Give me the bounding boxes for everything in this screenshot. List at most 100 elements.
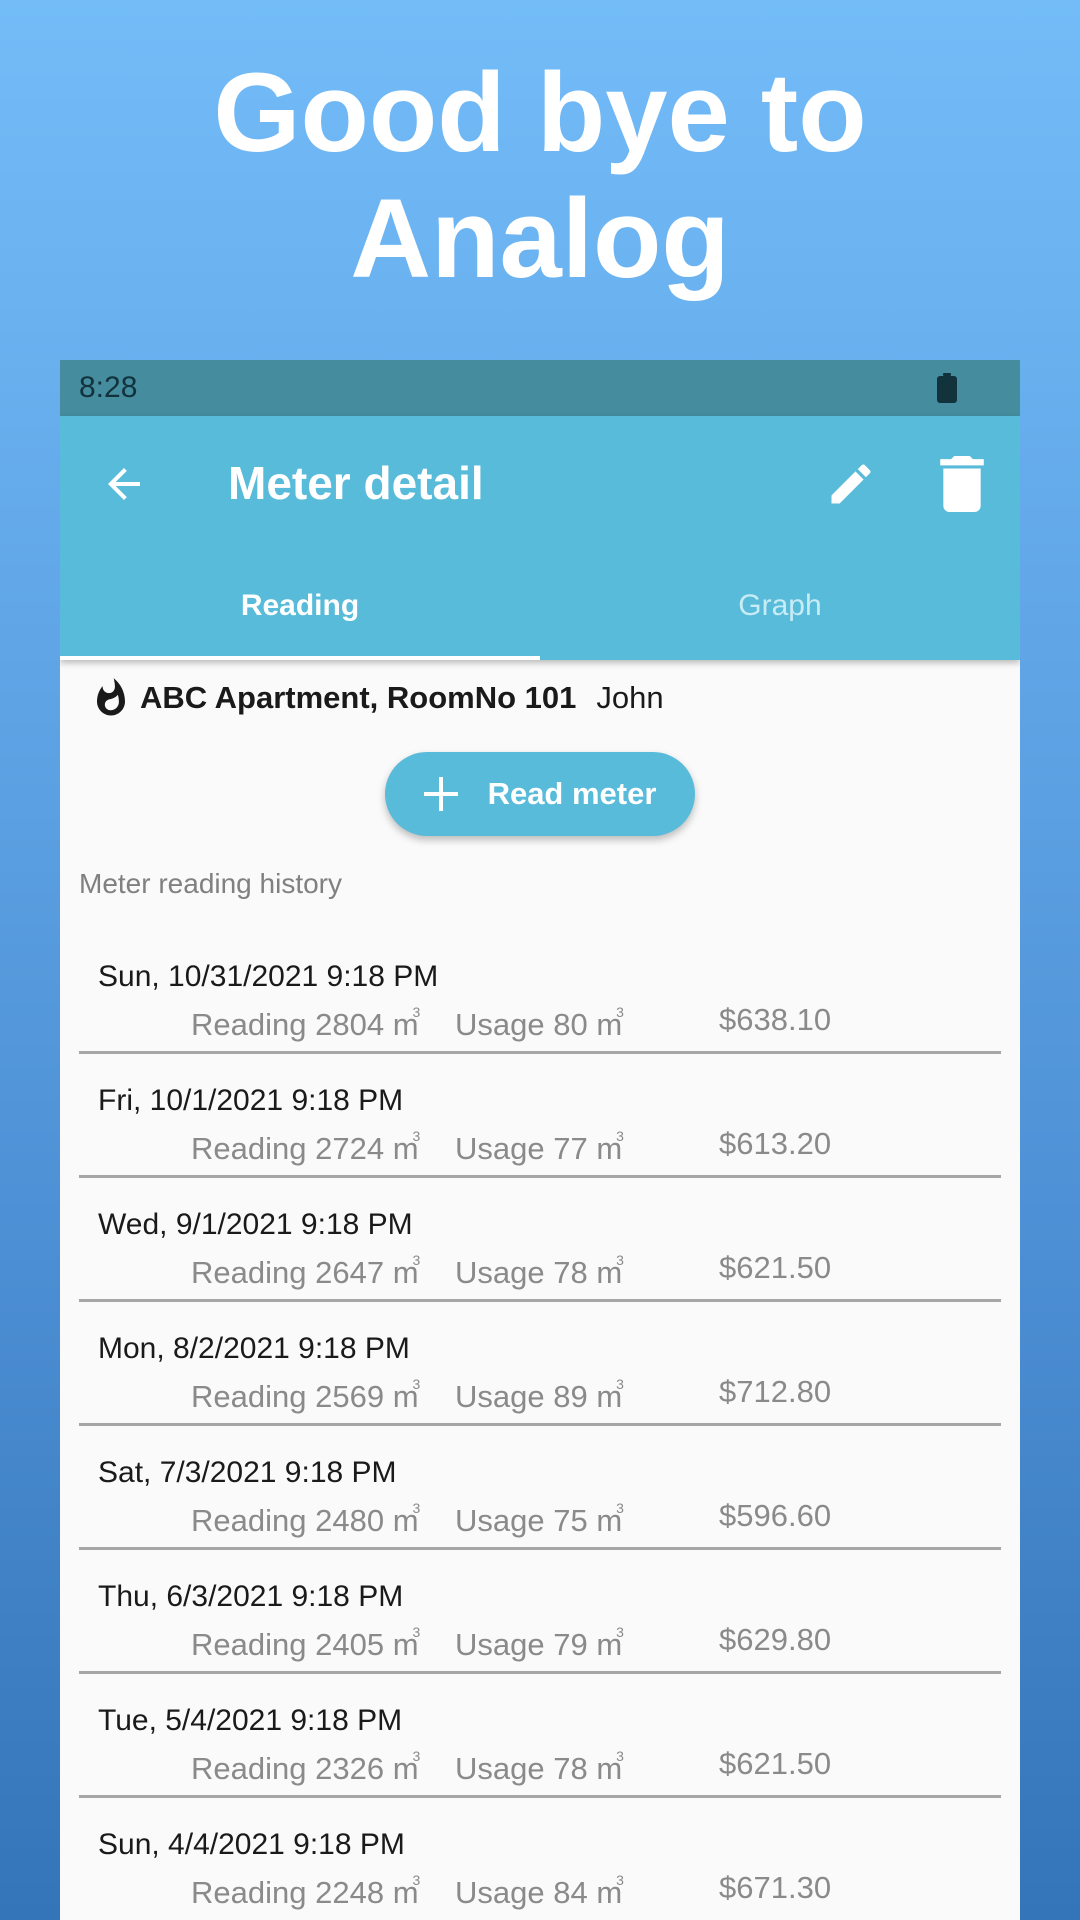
history-row[interactable]: Mon, 8/2/2021 9:18 PM Reading 2569 m3 Us… (79, 1302, 1001, 1426)
row-usage: Usage 80 m3 (455, 1004, 624, 1043)
usage-unit-sup: 3 (616, 1500, 624, 1516)
meter-name: ABC Apartment, RoomNo 101 (140, 680, 577, 715)
reading-unit-sup: 3 (412, 1128, 421, 1144)
back-button[interactable] (100, 460, 148, 508)
history-title: Meter reading history (79, 868, 343, 899)
delete-button[interactable] (940, 456, 984, 512)
history-row[interactable]: Sat, 7/3/2021 9:18 PM Reading 2480 m3 Us… (79, 1426, 1001, 1550)
usage-prefix: Usage (455, 1875, 545, 1910)
arrow-left-icon (108, 468, 140, 500)
reading-unit-sup: 3 (412, 1252, 421, 1268)
usage-prefix: Usage (455, 1255, 545, 1290)
history-list: Sun, 10/31/2021 9:18 PM Reading 2804 m3 … (79, 930, 1001, 1920)
row-date: Thu, 6/3/2021 9:18 PM (98, 1580, 404, 1613)
reading-prefix: Reading (191, 1875, 307, 1910)
reading-unit-sup: 3 (412, 1872, 421, 1888)
row-cost: $629.80 (719, 1622, 832, 1657)
usage-unit-sup: 3 (616, 1748, 624, 1764)
app-bar: Meter detail Reading Graph (60, 416, 1020, 660)
usage-value: 84 (553, 1875, 588, 1910)
usage-unit-sup: 3 (616, 1624, 624, 1640)
row-reading: Reading 2248 m3 (191, 1872, 420, 1911)
active-tab-indicator (60, 656, 540, 660)
reading-prefix: Reading (191, 1255, 307, 1290)
trash-icon (940, 456, 984, 512)
row-cost: $671.30 (719, 1870, 832, 1905)
usage-value: 80 (553, 1007, 588, 1042)
promo-headline-line1: Good bye to (213, 50, 867, 175)
tab-reading[interactable]: Reading (60, 552, 540, 660)
row-reading: Reading 2647 m3 (191, 1252, 420, 1291)
battery-full-icon (937, 373, 957, 403)
usage-value: 77 (553, 1131, 588, 1166)
reading-prefix: Reading (191, 1751, 307, 1786)
row-usage: Usage 77 m3 (455, 1128, 624, 1167)
usage-unit-sup: 3 (616, 1128, 624, 1144)
row-usage: Usage 78 m3 (455, 1252, 624, 1291)
reading-prefix: Reading (191, 1503, 307, 1538)
row-date: Sun, 4/4/2021 9:18 PM (98, 1828, 405, 1861)
reading-unit-sup: 3 (412, 1500, 421, 1516)
page-title: Meter detail (228, 457, 484, 509)
reading-unit-sup: 3 (412, 1624, 421, 1640)
row-reading: Reading 2804 m3 (191, 1004, 420, 1043)
status-bar: 8:28 (60, 360, 1020, 416)
reading-value: 2647 (315, 1255, 385, 1290)
row-cost: $621.50 (719, 1250, 832, 1285)
edit-button[interactable] (825, 458, 877, 510)
usage-value: 79 (553, 1627, 588, 1662)
pencil-icon (831, 464, 871, 504)
reading-value: 2405 (315, 1627, 385, 1662)
row-date: Sat, 7/3/2021 9:18 PM (98, 1456, 397, 1489)
tab-graph[interactable]: Graph (540, 552, 1020, 660)
read-meter-label: Read meter (487, 776, 657, 811)
meter-info: ABC Apartment, RoomNo 101 John (90, 670, 664, 726)
reading-unit-sup: 3 (412, 1004, 421, 1020)
usage-prefix: Usage (455, 1503, 545, 1538)
row-reading: Reading 2326 m3 (191, 1748, 420, 1787)
row-date: Wed, 9/1/2021 9:18 PM (98, 1208, 413, 1241)
row-cost: $596.60 (719, 1498, 832, 1533)
row-usage: Usage 78 m3 (455, 1748, 624, 1787)
reading-prefix: Reading (191, 1131, 307, 1166)
row-reading: Reading 2724 m3 (191, 1128, 420, 1167)
history-row[interactable]: Wed, 9/1/2021 9:18 PM Reading 2647 m3 Us… (79, 1178, 1001, 1302)
reading-prefix: Reading (191, 1379, 307, 1414)
usage-value: 75 (553, 1503, 588, 1538)
reading-value: 2724 (315, 1131, 385, 1166)
usage-unit-sup: 3 (616, 1252, 624, 1268)
reading-value: 2248 (315, 1875, 385, 1910)
history-row[interactable]: Fri, 10/1/2021 9:18 PM Reading 2724 m3 U… (79, 1054, 1001, 1178)
usage-prefix: Usage (455, 1007, 545, 1042)
history-row[interactable]: Thu, 6/3/2021 9:18 PM Reading 2405 m3 Us… (79, 1550, 1001, 1674)
tab-graph-label: Graph (738, 589, 822, 622)
row-date: Mon, 8/2/2021 9:18 PM (98, 1332, 410, 1365)
reading-value: 2480 (315, 1503, 385, 1538)
tab-bar: Reading Graph (60, 552, 1020, 660)
row-date: Sun, 10/31/2021 9:18 PM (98, 960, 439, 993)
usage-unit-sup: 3 (616, 1872, 624, 1888)
usage-unit-sup: 3 (616, 1376, 624, 1392)
reading-prefix: Reading (191, 1007, 307, 1042)
row-date: Tue, 5/4/2021 9:18 PM (98, 1704, 403, 1737)
row-usage: Usage 89 m3 (455, 1376, 624, 1415)
flame-icon (97, 678, 125, 716)
reading-prefix: Reading (191, 1627, 307, 1662)
reading-value: 2804 (315, 1007, 385, 1042)
row-cost: $613.20 (719, 1126, 832, 1161)
row-cost: $712.80 (719, 1374, 832, 1409)
history-row[interactable]: Sun, 10/31/2021 9:18 PM Reading 2804 m3 … (79, 930, 1001, 1054)
promo-headline: Good bye to Analog (0, 50, 1080, 302)
history-row[interactable]: Sun, 4/4/2021 9:18 PM Reading 2248 m3 Us… (79, 1798, 1001, 1920)
row-cost: $638.10 (719, 1002, 832, 1037)
status-time: 8:28 (79, 371, 138, 404)
row-date: Fri, 10/1/2021 9:18 PM (98, 1084, 404, 1117)
read-meter-button[interactable]: Read meter (385, 752, 695, 836)
usage-prefix: Usage (455, 1627, 545, 1662)
usage-prefix: Usage (455, 1379, 545, 1414)
row-reading: Reading 2405 m3 (191, 1624, 420, 1663)
reading-value: 2569 (315, 1379, 385, 1414)
history-row[interactable]: Tue, 5/4/2021 9:18 PM Reading 2326 m3 Us… (79, 1674, 1001, 1798)
meter-owner: John (596, 680, 664, 715)
usage-unit-sup: 3 (616, 1004, 624, 1020)
